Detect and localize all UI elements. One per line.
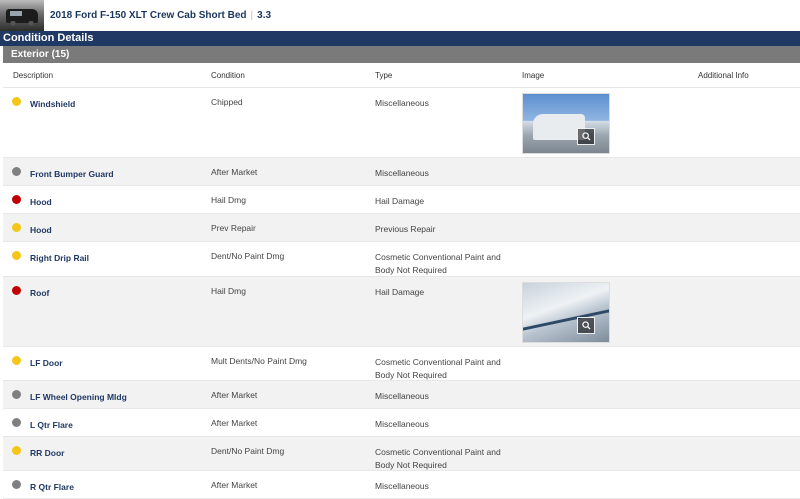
row-description[interactable]: LF Door xyxy=(30,358,63,368)
table-row: Roof Hail Dmg Hail Damage xyxy=(3,277,800,347)
row-condition: After Market xyxy=(211,418,258,428)
column-header-description: Description xyxy=(13,71,54,80)
row-type: Miscellaneous xyxy=(375,391,429,401)
severity-dot-icon xyxy=(12,356,21,365)
row-condition: Hail Dmg xyxy=(211,195,246,205)
vehicle-thumbnail[interactable] xyxy=(0,0,44,31)
row-description[interactable]: L Qtr Flare xyxy=(30,420,73,430)
severity-dot-icon xyxy=(12,480,21,489)
row-type: Hail Damage xyxy=(375,196,425,206)
column-header-image: Image xyxy=(522,71,545,80)
table-row: LF Wheel Opening Mldg After Market Miscell… xyxy=(3,381,800,409)
title-separator: | xyxy=(250,10,254,21)
row-type: Cosmetic Conventional Paint and Body Not… xyxy=(375,252,501,275)
zoom-icon[interactable] xyxy=(577,317,595,334)
row-type: Miscellaneous xyxy=(375,168,429,178)
row-description[interactable]: Hood xyxy=(30,197,52,207)
row-type: Cosmetic Conventional Paint and Body Not… xyxy=(375,447,501,470)
row-description[interactable]: R Qtr Flare xyxy=(30,482,74,492)
row-type: Miscellaneous xyxy=(375,481,429,491)
row-condition: Dent/No Paint Dmg xyxy=(211,446,285,456)
severity-dot-icon xyxy=(12,97,21,106)
row-description[interactable]: LF Wheel Opening Mldg xyxy=(30,392,127,402)
damage-photo-thumbnail[interactable] xyxy=(522,282,610,343)
table-row: R Qtr Flare After Market Miscellaneous xyxy=(3,471,800,499)
group-title-exterior[interactable]: Exterior (15) xyxy=(3,46,800,63)
table-row: Hood Hail Dmg Hail Damage xyxy=(3,186,800,214)
row-description[interactable]: Front Bumper Guard xyxy=(30,169,114,179)
row-type: Hail Damage xyxy=(375,287,425,297)
table-row: Right Drip Rail Dent/No Paint Dmg Cosmetic… xyxy=(3,242,800,277)
vehicle-title: 2018 Ford F-150 XLT Crew Cab Short Bed | 3… xyxy=(50,10,271,21)
column-header-condition: Condition xyxy=(211,71,245,80)
row-description[interactable]: RR Door xyxy=(30,448,64,458)
severity-dot-icon xyxy=(12,446,21,455)
row-description[interactable]: Windshield xyxy=(30,99,75,109)
section-title: Condition Details xyxy=(0,31,800,46)
row-condition: After Market xyxy=(211,167,258,177)
condition-table: Description Condition Type Image Additio… xyxy=(3,63,800,499)
table-header: Description Condition Type Image Additio… xyxy=(3,63,800,88)
row-description[interactable]: Roof xyxy=(30,288,49,298)
row-condition: Prev Repair xyxy=(211,223,256,233)
severity-dot-icon xyxy=(12,286,21,295)
severity-dot-icon xyxy=(12,251,21,260)
row-type: Miscellaneous xyxy=(375,98,429,108)
row-condition: After Market xyxy=(211,390,258,400)
column-header-additional-info: Additional Info xyxy=(698,71,749,80)
row-condition: Hail Dmg xyxy=(211,286,246,296)
table-row: Front Bumper Guard After Market Miscellane… xyxy=(3,158,800,186)
row-description[interactable]: Hood xyxy=(30,225,52,235)
severity-dot-icon xyxy=(12,195,21,204)
row-condition: Dent/No Paint Dmg xyxy=(211,251,285,261)
damage-photo-thumbnail[interactable] xyxy=(522,93,610,154)
table-row: LF Door Mult Dents/No Paint Dmg Cosmetic C… xyxy=(3,347,800,381)
severity-dot-icon xyxy=(12,223,21,232)
severity-dot-icon xyxy=(12,390,21,399)
row-type: Miscellaneous xyxy=(375,419,429,429)
table-row: Windshield Chipped Miscellaneous xyxy=(3,88,800,158)
row-condition: Chipped xyxy=(211,97,243,107)
vehicle-header: 2018 Ford F-150 XLT Crew Cab Short Bed | 3… xyxy=(0,0,800,31)
row-condition: After Market xyxy=(211,480,258,490)
row-type: Previous Repair xyxy=(375,224,436,234)
table-row: L Qtr Flare After Market Miscellaneous xyxy=(3,409,800,437)
vehicle-name: 2018 Ford F-150 XLT Crew Cab Short Bed xyxy=(50,10,247,21)
severity-dot-icon xyxy=(12,167,21,176)
row-condition: Mult Dents/No Paint Dmg xyxy=(211,356,307,366)
condition-grade: 3.3 xyxy=(257,10,272,21)
table-row: Hood Prev Repair Previous Repair xyxy=(3,214,800,242)
column-header-type: Type xyxy=(375,71,393,80)
table-row: RR Door Dent/No Paint Dmg Cosmetic Convent… xyxy=(3,437,800,471)
severity-dot-icon xyxy=(12,418,21,427)
table-body: Windshield Chipped Miscellaneous Front Bump… xyxy=(3,88,800,499)
zoom-icon[interactable] xyxy=(577,128,595,145)
row-type: Cosmetic Conventional Paint and Body Not… xyxy=(375,357,501,380)
row-description[interactable]: Right Drip Rail xyxy=(30,253,89,263)
